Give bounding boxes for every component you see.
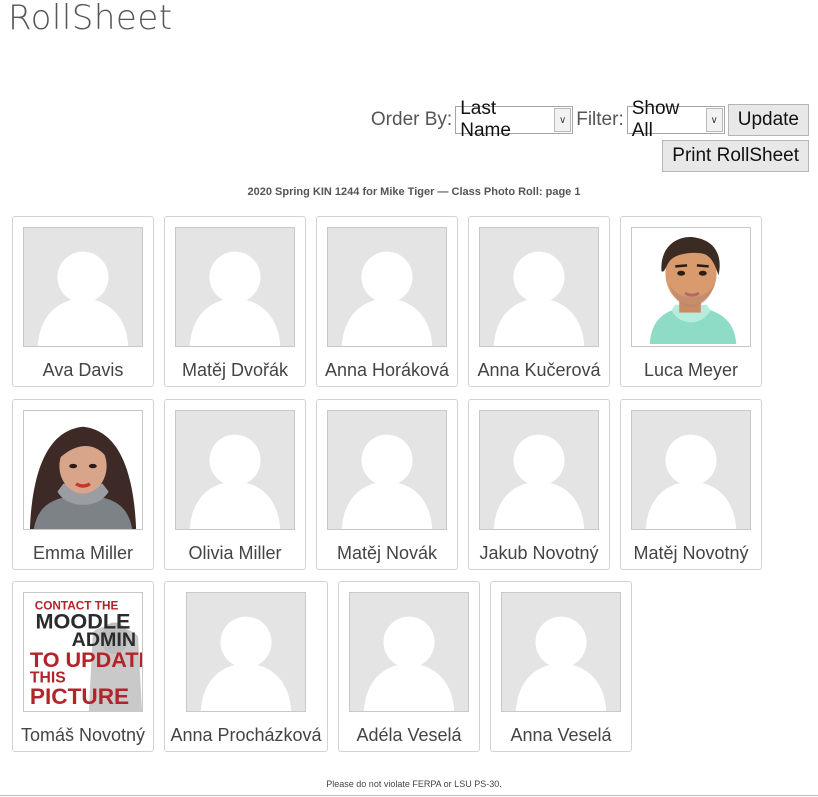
chevron-down-icon: ∨ [705, 108, 723, 132]
svg-text:TO UPDATE: TO UPDATE [30, 647, 142, 672]
student-card: Olivia Miller [164, 399, 306, 570]
placeholder-avatar-icon [175, 227, 295, 347]
student-card: Jakub Novotný [468, 399, 610, 570]
order-by-value: Last Name [460, 98, 511, 141]
filter-label: Filter: [576, 109, 624, 130]
app-title: RollSheet [8, 0, 173, 38]
student-card: Matěj Novák [316, 399, 458, 570]
placeholder-avatar-icon [186, 592, 306, 712]
student-name: Emma Miller [32, 543, 133, 563]
student-card: Matěj Dvořák [164, 216, 306, 387]
student-card: Ava Davis [12, 216, 154, 387]
placeholder-avatar-icon [23, 227, 143, 347]
contact-admin-notice-icon: CONTACT THE MOODLE ADMIN TO UPDATE THIS PICTU… [23, 592, 143, 712]
print-rollsheet-button[interactable]: Print RollSheet [662, 140, 809, 172]
chevron-down-icon: ∨ [554, 108, 572, 132]
student-name: Jakub Novotný [479, 543, 599, 563]
student-card: Anna Veselá [490, 581, 632, 752]
ferpa-notice: Please do not violate FERPA or LSU PS-30… [326, 779, 502, 789]
placeholder-avatar-icon [327, 227, 447, 347]
svg-text:PICTURE: PICTURE [30, 684, 129, 709]
student-card: Matěj Novotný [620, 399, 762, 570]
woman-portrait-icon [23, 410, 143, 530]
placeholder-avatar-icon [631, 410, 751, 530]
student-name: Luca Meyer [643, 360, 739, 380]
student-card: Luca Meyer [620, 216, 762, 387]
student-card: Anna Procházková [164, 581, 328, 752]
placeholder-avatar-icon [175, 410, 295, 530]
student-name: Adéla Veselá [356, 725, 462, 745]
student-name: Olivia Miller [188, 543, 282, 563]
student-card: Adéla Veselá [338, 581, 480, 752]
update-button[interactable]: Update [727, 104, 809, 136]
student-name: Tomáš Novotný [20, 725, 146, 745]
student-name: Anna Procházková [170, 725, 322, 745]
student-name: Matěj Novotný [633, 543, 749, 563]
placeholder-avatar-icon [479, 227, 599, 347]
student-card: Anna Horáková [316, 216, 458, 387]
order-by-select[interactable]: Last Name ∨ [455, 98, 574, 141]
filter-select[interactable]: Show All ∨ [626, 98, 725, 141]
student-name: Anna Horáková [324, 360, 450, 380]
roll-title: 2020 Spring KIN 1244 for Mike Tiger — Cl… [247, 186, 581, 198]
order-by-label: Order By: [370, 109, 453, 130]
placeholder-avatar-icon [349, 592, 469, 712]
student-name: Ava Davis [42, 360, 124, 380]
student-name: Matěj Novák [336, 543, 438, 563]
placeholder-avatar-icon [327, 410, 447, 530]
student-card: Emma Miller [12, 399, 154, 570]
filter-value: Show All [631, 98, 680, 141]
student-card: CONTACT THE MOODLE ADMIN TO UPDATE THIS PICTU… [12, 581, 154, 752]
man-portrait-icon [631, 227, 751, 347]
student-name: Anna Veselá [510, 725, 612, 745]
bottom-divider [0, 795, 818, 796]
student-card: Anna Kučerová [468, 216, 610, 387]
rollsheet-controls: Order By: Last Name ∨ Filter: Show All ∨… [349, 98, 809, 172]
placeholder-avatar-icon [479, 410, 599, 530]
student-name: Matěj Dvořák [181, 360, 289, 380]
placeholder-avatar-icon [501, 592, 621, 712]
student-name: Anna Kučerová [477, 360, 601, 380]
